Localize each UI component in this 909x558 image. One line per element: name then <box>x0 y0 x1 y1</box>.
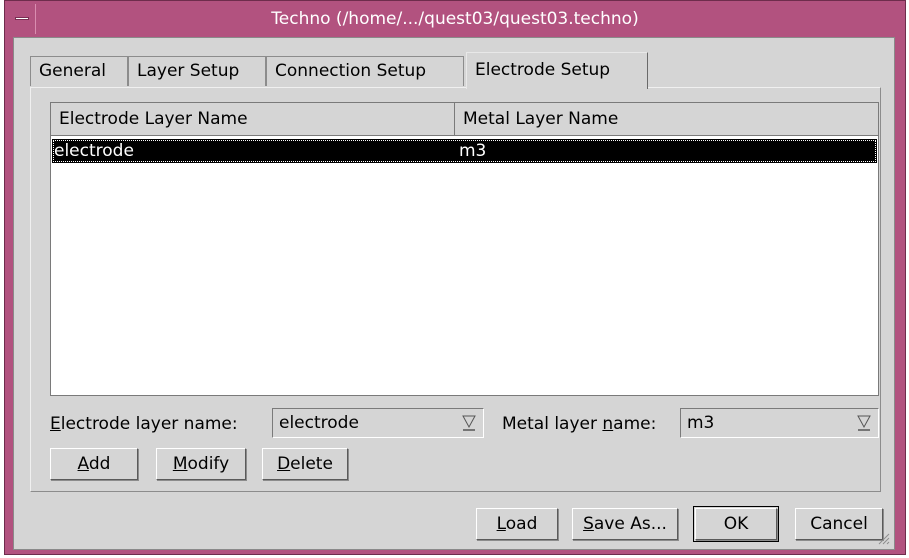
column-header-electrode-layer-name[interactable]: Electrode Layer Name <box>51 103 455 135</box>
table-row[interactable]: electrode m3 <box>52 139 877 163</box>
save-as-button[interactable]: Save As... <box>572 508 678 540</box>
tab-electrode-setup[interactable]: Electrode Setup <box>466 52 648 89</box>
cell-metal-layer: m3 <box>459 141 487 161</box>
cancel-button[interactable]: Cancel <box>795 508 883 540</box>
dropdown-arrow-icon <box>462 415 476 431</box>
dialog-client: General Layer Setup Connection Setup Ele… <box>13 37 895 550</box>
tab-connection-setup[interactable]: Connection Setup <box>266 56 464 86</box>
column-header-metal-layer-name[interactable]: Metal Layer Name <box>455 103 878 135</box>
electrode-layer-name-combo[interactable]: electrode <box>272 408 484 438</box>
tab-layer-setup[interactable]: Layer Setup <box>128 56 266 86</box>
tab-general[interactable]: General <box>30 56 128 86</box>
electrode-setup-panel: Electrode Layer Name Metal Layer Name el… <box>30 87 881 492</box>
window-title: Techno (/home/.../quest03/quest03.techno… <box>271 9 639 29</box>
cell-electrode-layer: electrode <box>54 141 134 161</box>
metal-layer-name-value: m3 <box>687 413 715 433</box>
resize-grip-icon[interactable] <box>876 531 890 545</box>
metal-layer-name-label: Metal layer name: <box>502 414 657 434</box>
electrode-layer-name-value: electrode <box>279 413 359 433</box>
window-menu-button[interactable] <box>8 4 36 34</box>
electrode-layer-name-label: Electrode layer name: <box>50 414 238 434</box>
metal-layer-name-combo[interactable]: m3 <box>680 408 879 438</box>
table-header: Electrode Layer Name Metal Layer Name <box>51 103 878 136</box>
title-bar[interactable]: Techno (/home/.../quest03/quest03.techno… <box>8 4 902 34</box>
electrode-table: Electrode Layer Name Metal Layer Name el… <box>50 102 879 396</box>
delete-button[interactable]: Delete <box>262 448 348 480</box>
window-menu-icon <box>15 17 29 20</box>
ok-button[interactable]: OK <box>693 506 779 542</box>
dialog-window: Techno (/home/.../quest03/quest03.techno… <box>4 0 906 555</box>
layer-edit-form: Electrode layer name: electrode Metal la… <box>50 408 879 440</box>
dropdown-arrow-icon <box>857 415 871 431</box>
modify-button[interactable]: Modify <box>156 448 246 480</box>
load-button[interactable]: Load <box>476 508 558 540</box>
add-button[interactable]: Add <box>50 448 138 480</box>
